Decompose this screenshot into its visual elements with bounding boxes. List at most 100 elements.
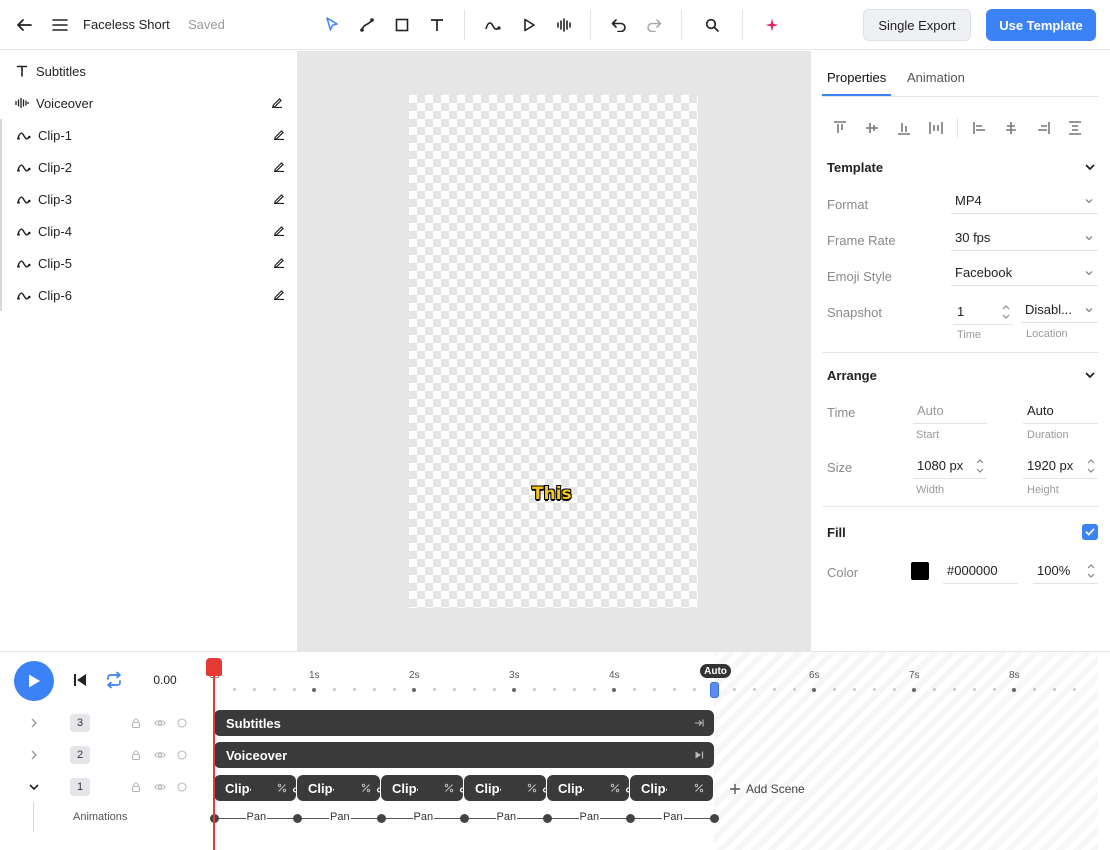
back-arrow-icon[interactable] — [12, 13, 36, 37]
undo-icon[interactable] — [607, 13, 631, 37]
lock-icon[interactable] — [130, 717, 142, 729]
color-hex-input[interactable]: #000000 — [943, 558, 1018, 584]
opacity-input[interactable]: 100% — [1033, 558, 1098, 584]
solo-circle-icon[interactable] — [176, 781, 188, 793]
scene-clip[interactable]: Clip- — [214, 775, 296, 801]
project-title[interactable]: Faceless Short — [83, 17, 170, 32]
curve-tool-icon[interactable] — [355, 13, 379, 37]
keyframe-node[interactable] — [459, 814, 469, 823]
transition-percent-icon[interactable] — [694, 783, 704, 793]
loop-icon[interactable] — [105, 671, 123, 689]
edit-pencil-icon[interactable] — [273, 160, 287, 174]
tab-properties[interactable]: Properties — [827, 70, 886, 85]
align-left-icon[interactable] — [972, 120, 988, 136]
eye-icon[interactable] — [154, 717, 166, 729]
search-icon[interactable] — [700, 13, 724, 37]
layer-item[interactable]: Clip-2 — [0, 151, 297, 183]
video-canvas[interactable]: This — [409, 95, 698, 608]
transition-percent-icon[interactable] — [277, 783, 287, 793]
layer-item[interactable]: Subtitles — [0, 55, 297, 87]
subtitle-caption[interactable]: This — [532, 484, 572, 504]
transition-percent-icon[interactable] — [361, 783, 371, 793]
lock-icon[interactable] — [130, 781, 142, 793]
distribute-vertical-icon[interactable] — [928, 120, 944, 136]
keyframe-node[interactable] — [542, 814, 552, 823]
layer-item[interactable]: Clip-4 — [0, 215, 297, 247]
transition-percent-icon[interactable] — [444, 783, 454, 793]
pan-animation-label[interactable]: Pan — [662, 811, 684, 823]
stepper-icon[interactable] — [1001, 303, 1011, 321]
pan-animation-label[interactable]: Pan — [495, 811, 518, 823]
add-scene-button[interactable]: Add Scene — [729, 782, 805, 796]
start-input[interactable]: Auto — [913, 398, 987, 424]
tab-animation[interactable]: Animation — [907, 70, 965, 85]
scene-clip[interactable]: Clip- — [464, 775, 546, 801]
solo-circle-icon[interactable] — [176, 717, 188, 729]
edit-pencil-icon[interactable] — [273, 192, 287, 206]
frame-rate-select[interactable]: 30 fps — [951, 225, 1098, 251]
rectangle-tool-icon[interactable] — [390, 13, 414, 37]
chevron-down-icon[interactable] — [1084, 369, 1096, 381]
snapshot-location-select[interactable]: Disabl... — [1021, 297, 1098, 323]
transition-percent-icon[interactable] — [610, 783, 620, 793]
layer-item[interactable]: Voiceover — [0, 87, 297, 119]
stepper-icon[interactable] — [1086, 457, 1096, 475]
edit-pencil-icon[interactable] — [273, 256, 287, 270]
play-button[interactable] — [14, 661, 54, 701]
scene-clip[interactable]: Clip- — [297, 775, 380, 801]
height-input[interactable]: 1920 px — [1023, 453, 1098, 479]
pan-animation-label[interactable]: Pan — [245, 811, 268, 823]
lock-icon[interactable] — [130, 749, 142, 761]
end-handle[interactable] — [710, 682, 719, 698]
transition-percent-icon[interactable] — [527, 783, 537, 793]
layer-item[interactable]: Clip-5 — [0, 247, 297, 279]
use-template-button[interactable]: Use Template — [986, 9, 1096, 41]
eye-icon[interactable] — [154, 781, 166, 793]
snapshot-time-input[interactable]: 1 — [953, 299, 1013, 325]
edit-pencil-icon[interactable] — [273, 128, 287, 142]
scene-clip[interactable]: Clip- — [630, 775, 713, 801]
solo-circle-icon[interactable] — [176, 749, 188, 761]
keyframe-node[interactable] — [625, 814, 635, 823]
stepper-icon[interactable] — [1086, 562, 1096, 580]
align-center-icon[interactable] — [1003, 120, 1019, 136]
fill-checkbox[interactable] — [1082, 524, 1098, 540]
align-right-icon[interactable] — [1035, 120, 1051, 136]
playhead-handle[interactable] — [206, 658, 222, 676]
distribute-horizontal-icon[interactable] — [1067, 120, 1083, 136]
stepper-icon[interactable] — [975, 457, 985, 475]
emoji-style-select[interactable]: Facebook — [951, 260, 1098, 286]
edit-pencil-icon[interactable] — [273, 224, 287, 238]
layer-item[interactable]: Clip-3 — [0, 183, 297, 215]
eye-icon[interactable] — [154, 749, 166, 761]
text-tool-icon[interactable] — [425, 13, 449, 37]
keyframe-node[interactable] — [376, 814, 386, 823]
edit-pencil-icon[interactable] — [271, 96, 285, 110]
audio-waveform-icon[interactable] — [552, 13, 576, 37]
format-select[interactable]: MP4 — [951, 188, 1098, 214]
color-swatch[interactable] — [911, 562, 929, 580]
pan-animation-label[interactable]: Pan — [412, 811, 435, 823]
edit-pencil-icon[interactable] — [273, 288, 287, 302]
scene-clip[interactable]: Clip- — [547, 775, 629, 801]
align-middle-icon[interactable] — [864, 120, 880, 136]
chevron-right-icon[interactable] — [28, 717, 40, 729]
single-export-button[interactable]: Single Export — [863, 9, 971, 41]
scene-clip[interactable]: Clip- — [381, 775, 463, 801]
select-pointer-icon[interactable] — [320, 13, 344, 37]
width-input[interactable]: 1080 px — [913, 453, 987, 479]
play-preview-icon[interactable] — [517, 13, 541, 37]
timeline-track[interactable]: Voiceover — [214, 742, 714, 768]
current-time-display[interactable]: 0.00 — [145, 668, 185, 692]
pan-animation-label[interactable]: Pan — [329, 811, 351, 823]
duration-input[interactable]: Auto — [1023, 398, 1098, 424]
align-top-icon[interactable] — [832, 120, 848, 136]
pan-animation-label[interactable]: Pan — [578, 811, 601, 823]
keyframe-node[interactable] — [292, 814, 302, 823]
motion-path-icon[interactable] — [481, 13, 505, 37]
align-bottom-icon[interactable] — [896, 120, 912, 136]
redo-icon[interactable] — [642, 13, 666, 37]
ai-sparkle-icon[interactable] — [760, 13, 784, 37]
skip-to-start-icon[interactable] — [72, 672, 88, 688]
template-section-heading[interactable]: Template — [827, 160, 883, 175]
